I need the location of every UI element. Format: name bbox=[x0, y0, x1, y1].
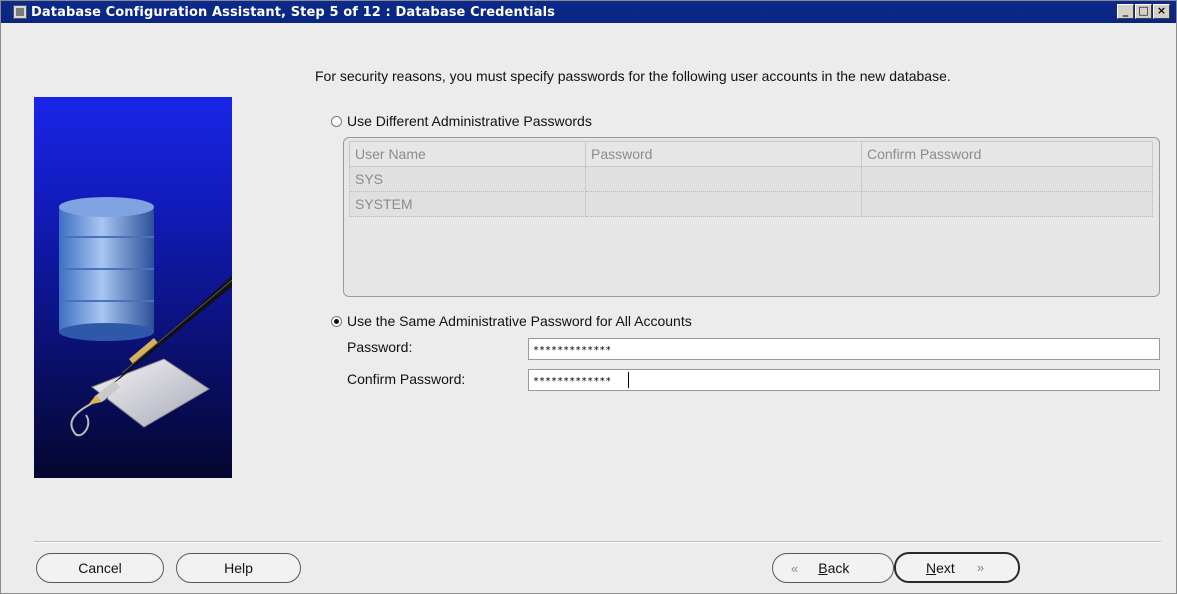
confirm-password-label: Confirm Password: bbox=[347, 371, 466, 387]
button-separator bbox=[34, 541, 1161, 543]
help-button[interactable]: Help bbox=[176, 553, 301, 583]
option-different-passwords[interactable]: Use Different Administrative Passwords bbox=[331, 113, 592, 129]
next-arrow-icon: » bbox=[976, 560, 985, 575]
minimize-button[interactable]: _ bbox=[1117, 4, 1134, 19]
back-arrow-icon: « bbox=[791, 560, 799, 576]
wizard-illustration bbox=[34, 97, 232, 478]
help-button-label: Help bbox=[224, 560, 253, 576]
accounts-table: User Name Password Confirm Password SYS … bbox=[349, 141, 1153, 217]
radio-different-passwords[interactable] bbox=[331, 115, 342, 127]
password-cell bbox=[585, 191, 862, 217]
back-button[interactable]: « Back bbox=[772, 553, 894, 583]
table-row: SYS bbox=[349, 166, 1153, 192]
close-button[interactable]: × bbox=[1153, 4, 1170, 19]
option-same-password-label: Use the Same Administrative Password for… bbox=[347, 313, 692, 329]
option-different-passwords-label: Use Different Administrative Passwords bbox=[347, 113, 592, 129]
next-button-label: Next bbox=[926, 559, 955, 576]
database-pen-icon bbox=[59, 197, 232, 437]
cancel-button-label: Cancel bbox=[78, 560, 122, 576]
back-button-label: Back bbox=[818, 560, 850, 576]
maximize-button[interactable]: □ bbox=[1135, 4, 1152, 19]
confirm-password-field[interactable] bbox=[528, 369, 1160, 391]
option-same-password[interactable]: Use the Same Administrative Password for… bbox=[331, 313, 692, 329]
cancel-button[interactable]: Cancel bbox=[36, 553, 164, 583]
confirm-password-cell bbox=[861, 191, 1153, 217]
confirm-password-cell bbox=[861, 166, 1153, 192]
dbca-window: Database Configuration Assistant, Step 5… bbox=[0, 0, 1177, 594]
table-row: SYSTEM bbox=[349, 191, 1153, 217]
window-title: Database Configuration Assistant, Step 5… bbox=[31, 4, 555, 20]
password-field[interactable] bbox=[528, 338, 1160, 360]
column-header-user-name: User Name bbox=[349, 141, 586, 167]
radio-same-password[interactable] bbox=[331, 315, 342, 327]
user-name-cell: SYS bbox=[349, 166, 586, 192]
title-bar: Database Configuration Assistant, Step 5… bbox=[1, 1, 1176, 23]
intro-text: For security reasons, you must specify p… bbox=[315, 68, 951, 84]
app-icon[interactable] bbox=[13, 5, 27, 19]
window-controls: _ □ × bbox=[1117, 4, 1170, 19]
user-name-cell: SYSTEM bbox=[349, 191, 586, 217]
text-caret bbox=[628, 372, 629, 388]
password-cell bbox=[585, 166, 862, 192]
column-header-confirm-password: Confirm Password bbox=[861, 141, 1153, 167]
accounts-table-frame: User Name Password Confirm Password SYS … bbox=[343, 137, 1160, 297]
password-label: Password: bbox=[347, 339, 413, 355]
next-button[interactable]: Next » bbox=[894, 552, 1020, 583]
column-header-password: Password bbox=[585, 141, 862, 167]
